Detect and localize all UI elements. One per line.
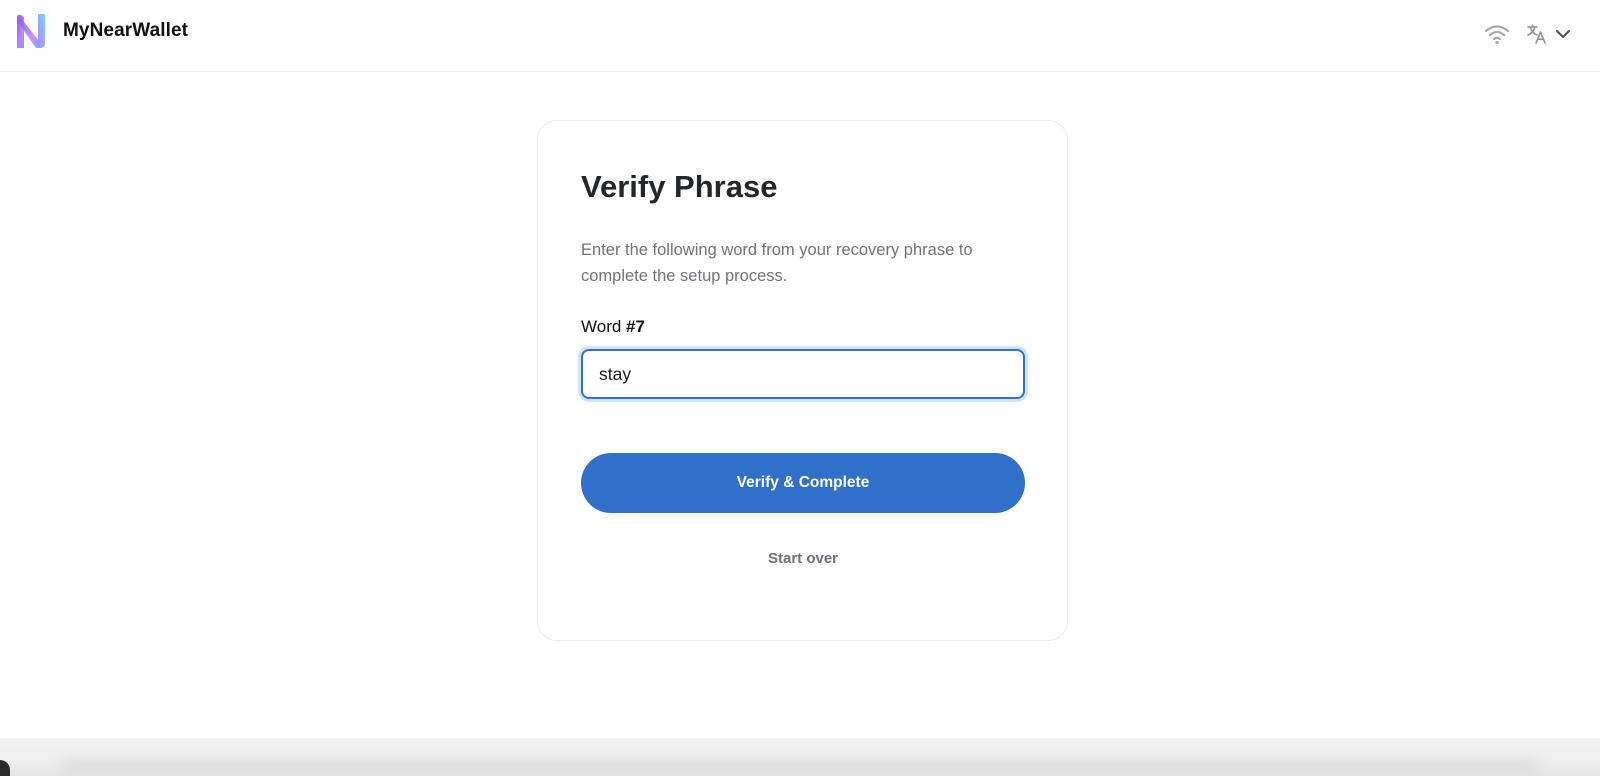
wifi-icon: [1484, 25, 1510, 45]
verify-phrase-card: Verify Phrase Enter the following word f…: [537, 120, 1068, 641]
page-title: Verify Phrase: [581, 169, 778, 204]
language-selector[interactable]: [1522, 19, 1552, 49]
instruction-text: Enter the following word from your recov…: [581, 241, 973, 285]
verify-complete-button[interactable]: Verify & Complete: [581, 453, 1025, 513]
chevron-down-icon: [1555, 29, 1571, 39]
word-field-label: Word #7: [581, 317, 645, 337]
header-actions: [1482, 18, 1574, 50]
top-navigation-bar: MyNearWallet: [0, 0, 1600, 72]
word-label-prefix: Word: [581, 317, 627, 336]
brand-name: MyNearWallet: [63, 20, 189, 41]
word-number: #7: [626, 317, 645, 336]
footer-shadow: [60, 758, 1540, 776]
language-dropdown-toggle[interactable]: [1552, 19, 1574, 49]
translate-icon: [1527, 24, 1546, 44]
start-over-link[interactable]: Start over: [581, 550, 1025, 567]
brand-home-link[interactable]: MyNearWallet: [14, 12, 188, 50]
mynearwallet-logo-icon: [17, 14, 45, 49]
word-input[interactable]: [581, 349, 1025, 399]
network-status-button[interactable]: [1482, 19, 1512, 49]
